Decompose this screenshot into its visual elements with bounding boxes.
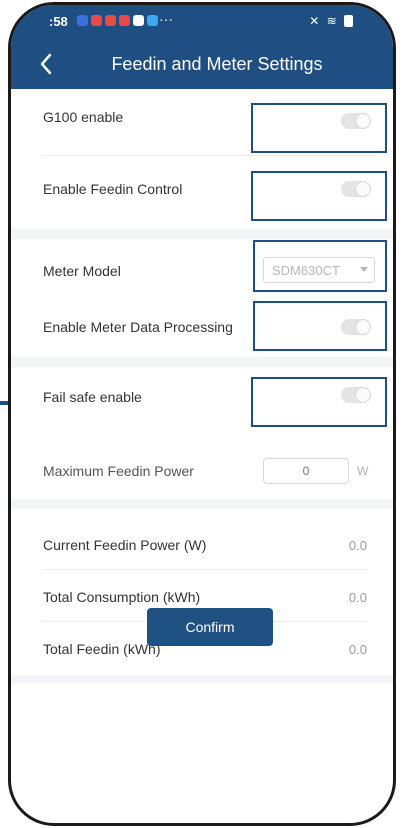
toggle-knob (356, 388, 370, 402)
fail-safe-toggle[interactable] (341, 387, 371, 403)
wifi-icon: ≋ (326, 14, 339, 28)
section-separator (11, 357, 393, 367)
notification-icon (91, 15, 102, 26)
section-separator (11, 229, 393, 239)
notification-icon (77, 15, 88, 26)
notification-icons (77, 15, 158, 26)
status-icons: ✕ ≋ (309, 14, 353, 28)
section-separator (11, 499, 393, 509)
app-header: :58 ··· ✕ ≋ Feedin and Meter Settings (11, 5, 393, 89)
notification-icon (119, 15, 130, 26)
more-notifications-icon: ··· (159, 11, 173, 27)
meter-data-processing-label: Enable Meter Data Processing (43, 319, 233, 335)
total-consumption-label: Total Consumption (kWh) (43, 589, 201, 605)
meter-model-select[interactable]: SDM630CT (263, 257, 375, 283)
toggle-knob (356, 114, 370, 128)
meter-model-label: Meter Model (43, 263, 121, 279)
g100-toggle[interactable] (341, 113, 371, 129)
max-feedin-power-unit: W (357, 464, 369, 478)
max-feedin-power-label: Maximum Feedin Power (43, 463, 194, 479)
toggle-knob (356, 320, 370, 334)
notification-icon (147, 15, 158, 26)
feedin-control-toggle[interactable] (341, 181, 371, 197)
notification-icon (133, 15, 144, 26)
status-bar: :58 ··· ✕ ≋ (11, 5, 393, 41)
toggle-knob (356, 182, 370, 196)
total-consumption-value: 0.0 (348, 589, 367, 605)
current-feedin-value: 0.0 (348, 537, 367, 553)
fail-safe-label: Fail safe enable (43, 389, 142, 405)
chevron-down-icon (360, 267, 368, 272)
page-title: Feedin and Meter Settings (111, 54, 323, 74)
section-separator (11, 675, 393, 683)
mute-icon: ✕ (309, 14, 322, 28)
meter-data-processing-toggle[interactable] (341, 319, 371, 335)
divider (43, 155, 377, 156)
battery-icon (344, 15, 353, 27)
confirm-button[interactable]: Confirm (147, 608, 273, 646)
current-feedin-row: Current Feedin Power (W) 0.0 (11, 525, 393, 565)
title-bar: Feedin and Meter Settings (11, 41, 393, 89)
feedin-control-label: Enable Feedin Control (43, 181, 183, 197)
notification-icon (105, 15, 116, 26)
meter-model-value: SDM630CT (272, 262, 340, 278)
phone-frame: :58 ··· ✕ ≋ Feedin and Meter Settings G1… (8, 2, 396, 826)
max-feedin-power-input[interactable] (263, 458, 349, 484)
g100-label: G100 enable (43, 109, 124, 125)
total-feedin-value: 0.0 (348, 641, 367, 657)
total-feedin-label: Total Feedin (kWh) (43, 641, 161, 657)
divider (43, 569, 367, 570)
status-time: :58 (49, 14, 68, 29)
current-feedin-label: Current Feedin Power (W) (43, 537, 207, 553)
